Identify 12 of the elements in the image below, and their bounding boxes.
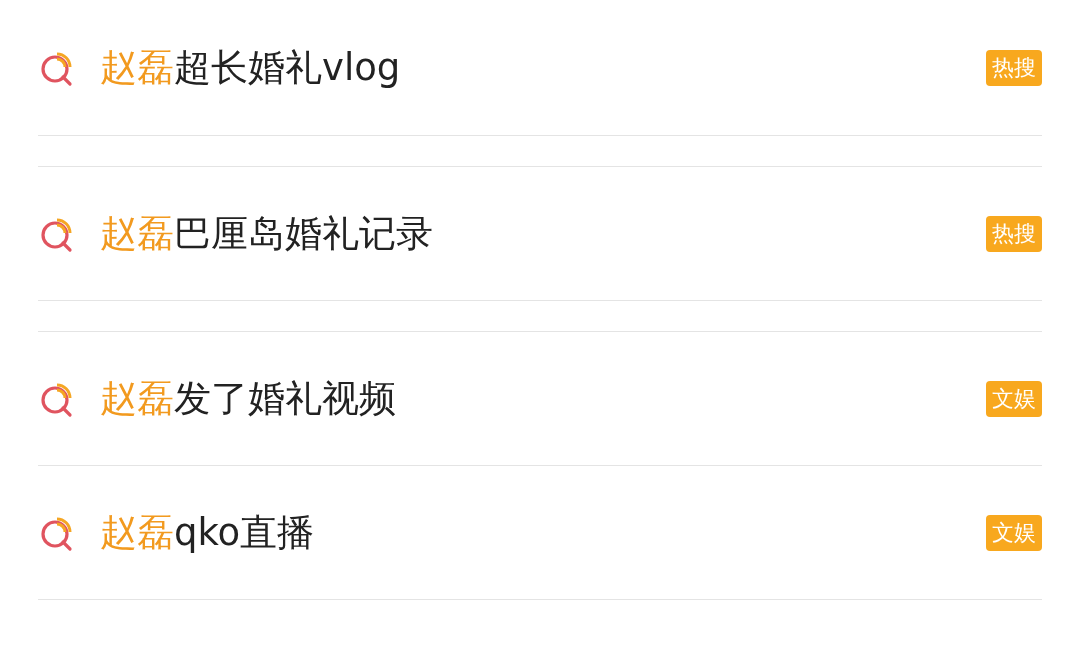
search-suggestion[interactable]: 赵磊巴厘岛婚礼记录 热搜 xyxy=(38,167,1042,301)
search-suggestion[interactable]: 赵磊qko直播 文娱 xyxy=(38,466,1042,600)
suggestion-text: 赵磊巴厘岛婚礼记录 xyxy=(100,210,434,257)
search-suggestion[interactable]: 赵磊发了婚礼视频 文娱 xyxy=(38,332,1042,466)
tag-label: 热搜 xyxy=(986,49,1042,86)
suggestion-text: 赵磊qko直播 xyxy=(100,509,316,556)
tag-label: 文娱 xyxy=(986,514,1042,551)
tag-label: 热搜 xyxy=(986,215,1042,252)
search-suggestion[interactable]: 赵磊超长婚礼vlog 热搜 xyxy=(38,0,1042,136)
tag-label: 文娱 xyxy=(986,380,1042,417)
suggestion-text: 赵磊发了婚礼视频 xyxy=(100,375,397,422)
suggestion-text: 赵磊超长婚礼vlog xyxy=(100,44,402,91)
